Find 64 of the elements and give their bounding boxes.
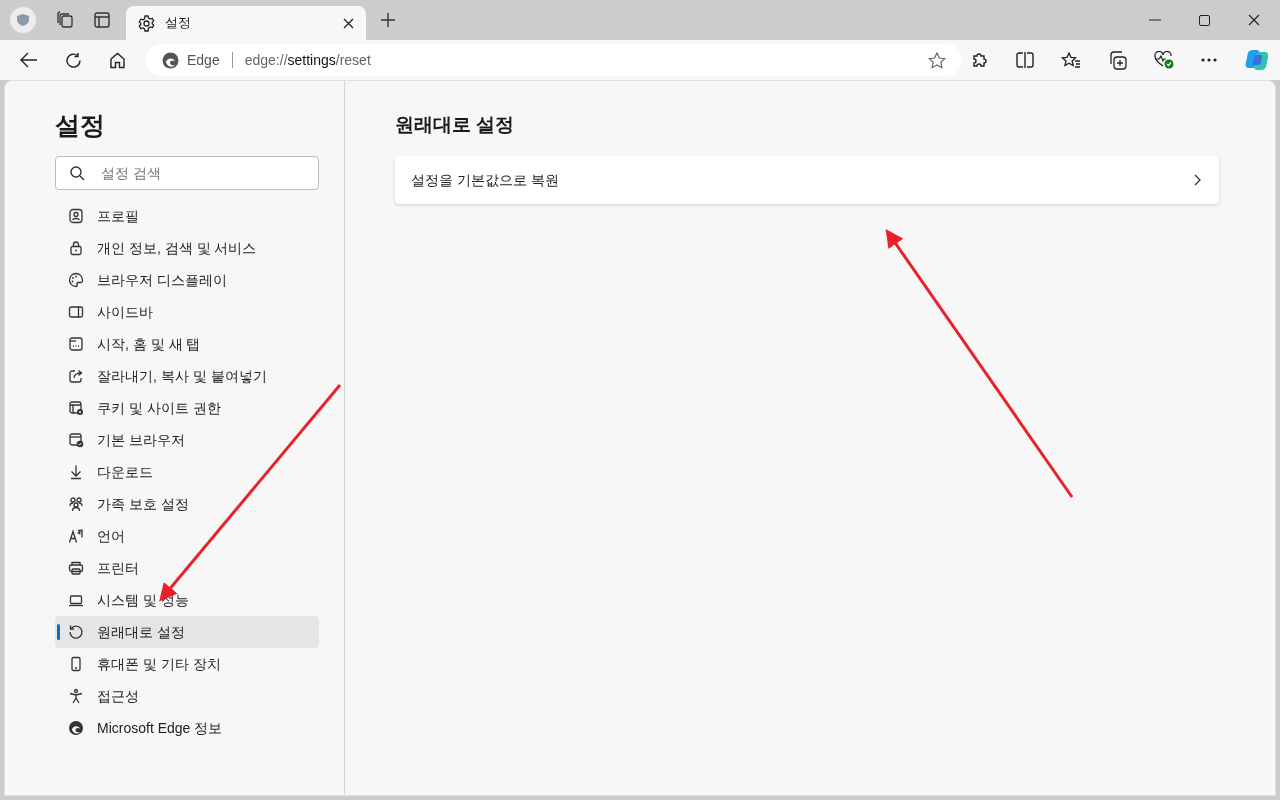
heart-pulse-icon[interactable] — [1154, 51, 1174, 69]
maximize-icon[interactable] — [1199, 14, 1210, 26]
new-tab-page-icon — [68, 336, 84, 352]
family-icon — [68, 496, 84, 512]
copilot-icon[interactable] — [1244, 48, 1268, 72]
sidebar-item[interactable]: 언어 — [55, 520, 319, 552]
browser-check-icon — [68, 432, 84, 448]
close-icon[interactable] — [1248, 14, 1260, 26]
sidebar-item[interactable]: 휴대폰 및 기타 장치 — [55, 648, 319, 680]
sidebar-item[interactable]: 쿠키 및 사이트 권한 — [55, 392, 319, 424]
sidebar-item[interactable]: 브라우저 디스플레이 — [55, 264, 319, 296]
search-field[interactable]: 설정 검색 — [55, 156, 319, 190]
close-icon[interactable] — [343, 17, 354, 29]
sidebar-item[interactable]: 프로필 — [55, 200, 319, 232]
sidebar-item[interactable]: 개인 정보, 검색 및 서비스 — [55, 232, 319, 264]
address-bar[interactable]: Edge edge://settings/reset — [146, 44, 962, 76]
puzzle-icon[interactable] — [971, 51, 989, 69]
favorite-star-icon[interactable] — [928, 51, 946, 69]
padlock-icon — [68, 240, 84, 256]
sidebar-item[interactable]: 기본 브라우저 — [55, 424, 319, 456]
sidebar-item[interactable]: 사이드바 — [55, 296, 319, 328]
sidebar-item[interactable]: 원래대로 설정 — [55, 616, 319, 648]
sidebar-item[interactable]: 접근성 — [55, 680, 319, 712]
download-icon — [68, 464, 84, 480]
new-tab-icon[interactable] — [380, 12, 396, 28]
sidebar-item[interactable]: 잘라내기, 복사 및 붙여넣기 — [55, 360, 319, 392]
sidebar-panel-icon — [68, 304, 84, 320]
tab-actions-icon[interactable] — [94, 12, 110, 28]
sidebar-item[interactable]: Microsoft Edge 정보 — [55, 712, 319, 744]
browser-tab[interactable]: 설정 — [126, 6, 366, 40]
gear-icon — [138, 14, 155, 32]
collections-icon[interactable] — [1108, 50, 1127, 70]
tab-title: 설정 — [165, 14, 191, 33]
refresh-icon[interactable] — [65, 51, 82, 69]
back-icon[interactable] — [20, 52, 38, 68]
selection-indicator — [57, 624, 60, 640]
search-icon — [70, 166, 85, 181]
sidebar-item[interactable]: 시작, 홈 및 새 탭 — [55, 328, 319, 360]
split-screen-icon[interactable] — [1016, 52, 1034, 68]
chevron-right-icon — [1194, 174, 1201, 186]
url-text[interactable]: edge://settings/reset — [244, 49, 371, 71]
sidebar-item[interactable]: 다운로드 — [55, 456, 319, 488]
palette-icon — [68, 272, 84, 288]
sidebar-item[interactable]: 프린터 — [55, 552, 319, 584]
language-icon — [68, 528, 84, 544]
settings-row[interactable]: 설정을 기본값으로 복원 — [395, 156, 1219, 204]
more-icon[interactable] — [1201, 58, 1217, 62]
share-arrow-icon — [68, 368, 84, 384]
sidebar-item[interactable]: 가족 보호 설정 — [55, 488, 319, 520]
laptop-icon — [68, 592, 84, 608]
reset-arrow-icon — [68, 624, 84, 640]
edge-logo-icon — [68, 720, 84, 736]
person-card-icon — [68, 208, 84, 224]
cookie-gear-icon — [68, 400, 84, 416]
home-icon[interactable] — [109, 51, 126, 69]
accessibility-icon — [68, 688, 84, 704]
edge-logo-icon — [162, 51, 179, 69]
workspaces-icon[interactable] — [56, 11, 74, 29]
printer-icon — [68, 560, 84, 576]
settings-title: 설정 — [55, 110, 106, 141]
page-heading: 원래대로 설정 — [395, 113, 516, 137]
site-label: Edge — [187, 50, 220, 70]
favorites-icon[interactable] — [1061, 51, 1081, 69]
phone-icon — [68, 656, 84, 672]
